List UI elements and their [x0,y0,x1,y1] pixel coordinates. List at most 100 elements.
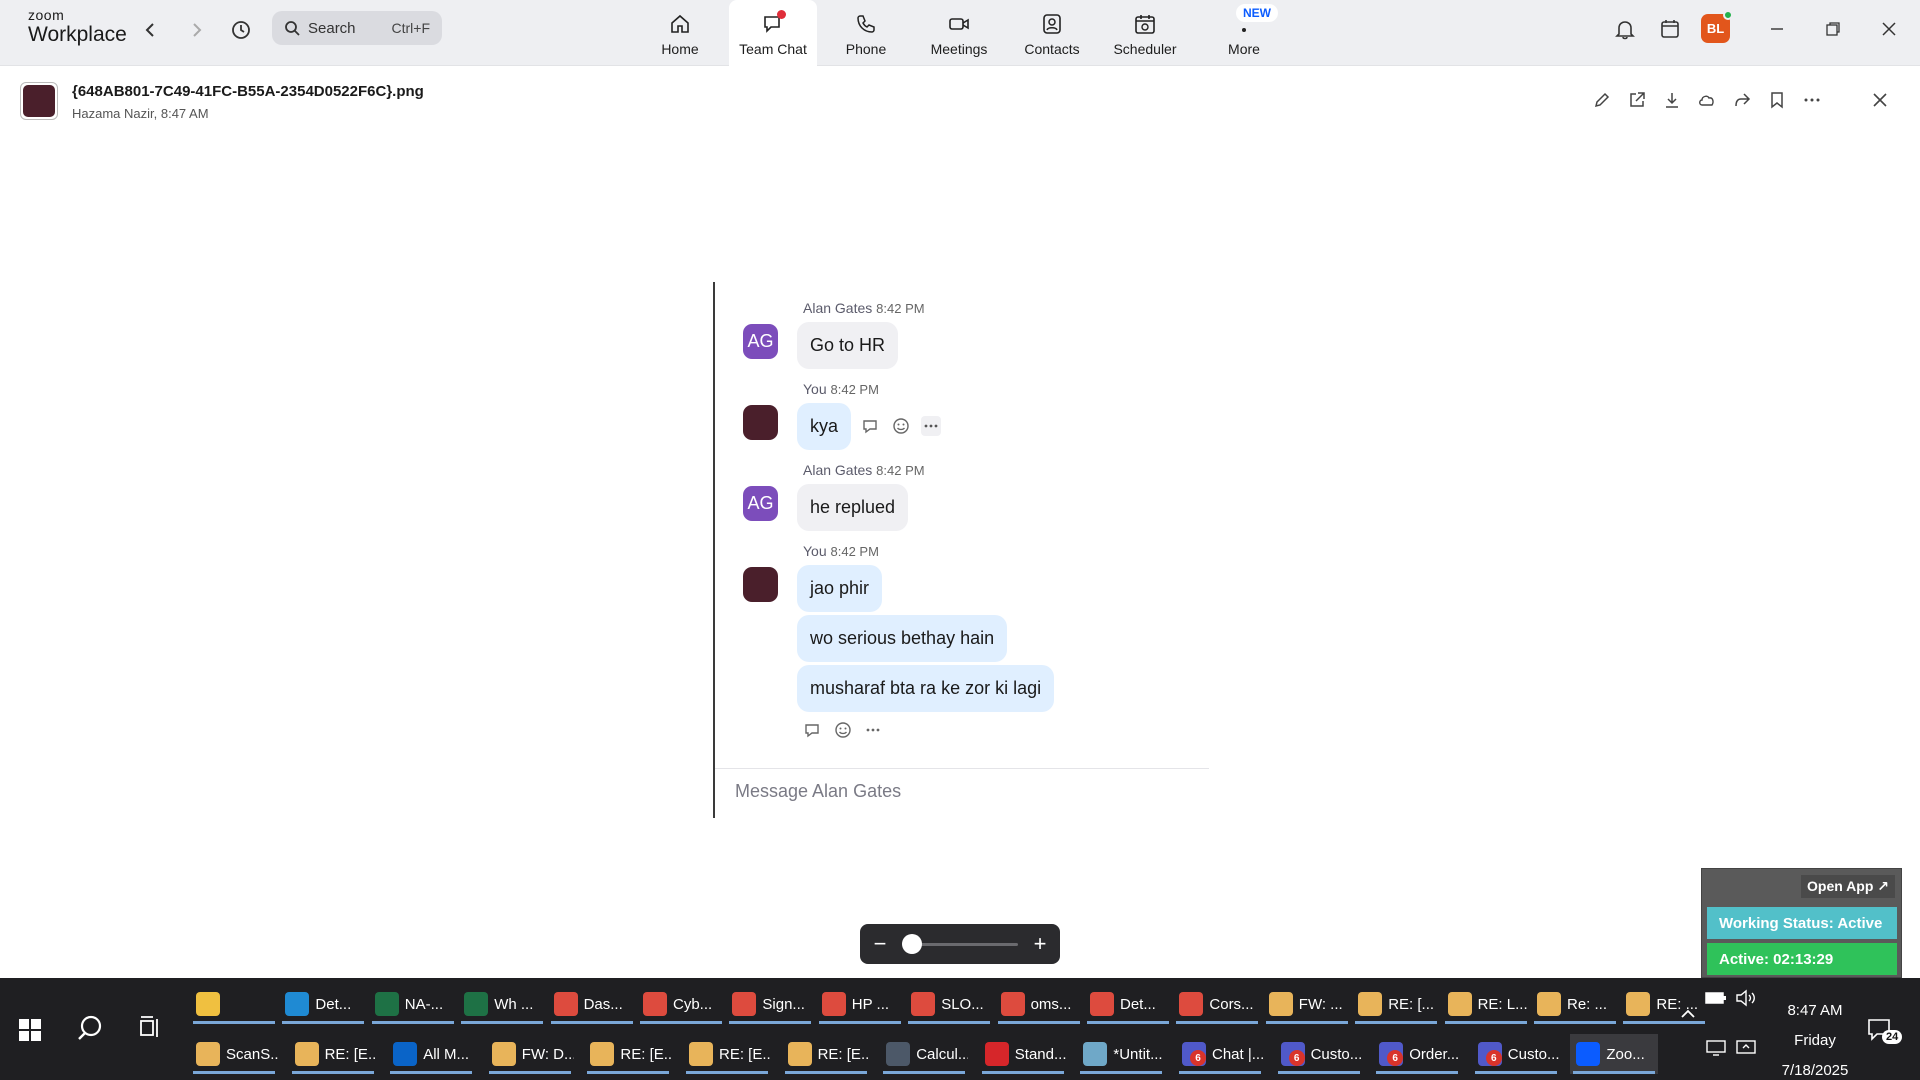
taskbar-item[interactable]: RE: [... [1352,984,1440,1024]
start-button[interactable] [18,1018,42,1042]
taskbar-item[interactable]: RE: [E... [584,1034,672,1074]
taskbar-item[interactable]: Cors... [1173,984,1261,1024]
taskbar-item[interactable]: Das... [548,984,636,1024]
sender-name: Alan Gates [803,462,873,478]
mail-icon [1268,992,1293,1016]
close-preview-button[interactable] [1868,88,1892,112]
open-external-button[interactable] [1625,88,1649,112]
cloud-share-icon [1699,95,1714,106]
contacts-icon [1043,14,1061,34]
taskbar-item[interactable]: Stand... [979,1034,1067,1074]
taskbar-item[interactable]: RE: L... [1442,984,1530,1024]
taskbar-item-label: Sign... [762,995,805,1013]
title-bar: zoom Workplace Search Ctrl+F Home Team C… [0,0,1920,66]
mail-icon [491,1042,516,1066]
taskbar-item[interactable]: *Untit... [1077,1034,1165,1074]
chevron-right-icon [193,23,202,37]
message-bubble: kya [797,403,852,450]
taskbar-item[interactable]: RE: [E... [289,1034,377,1074]
download-button[interactable] [1660,88,1684,112]
back-button[interactable] [137,16,165,44]
taskbar-item[interactable]: SLO... [905,984,993,1024]
zoom-control: − + [860,924,1060,964]
open-app-button[interactable]: Open App ↗ [1801,875,1895,898]
tab-scheduler[interactable]: Scheduler [1101,0,1189,66]
search-box[interactable]: Search Ctrl+F [272,11,442,45]
zoom-slider[interactable] [902,933,1018,954]
message-bubble: wo serious bethay hain [797,615,1008,662]
sender-avatar: AG [743,324,778,359]
teams-icon: 6 [1379,1042,1404,1066]
restore-button[interactable] [1818,14,1848,44]
mail-icon [1626,992,1651,1016]
message-bubble: he replued [797,484,909,531]
battery-tray-button[interactable] [1700,982,1732,1014]
taskbar-item[interactable]: 6 Custo... [1472,1034,1560,1074]
taskbar-search-button[interactable] [74,1012,106,1044]
more-options-button[interactable] [1800,88,1824,112]
display-tray-button[interactable] [1730,1032,1762,1064]
zoom-in-button[interactable]: + [1030,931,1050,957]
taskbar-item[interactable]: FW: ... [1263,984,1351,1024]
search-icon [78,1015,102,1040]
taskbar-item[interactable]: 6 Custo... [1275,1034,1363,1074]
taskbar-item[interactable]: Calcul... [880,1034,968,1074]
taskbar-item[interactable]: Zoo... [1570,1034,1659,1074]
taskbar-item[interactable]: NA-... [369,984,457,1024]
taskbar-item-label: All M... [423,1045,470,1063]
taskbar-item-label: Cyb... [673,995,713,1013]
taskbar-item[interactable]: All M... [387,1034,475,1074]
mail-icon [689,1042,713,1066]
zoom-out-button[interactable]: − [870,931,890,957]
tab-contacts[interactable]: Contacts [1008,0,1096,66]
video-camera-icon [949,18,969,30]
bell-icon [1615,21,1635,40]
notifications-button[interactable] [1610,14,1640,44]
download-icon [1666,93,1678,108]
taskbar-item[interactable]: Det... [279,984,367,1024]
teams-icon: 6 [1477,1042,1502,1066]
taskbar-item[interactable]: Re: ... [1531,984,1619,1024]
tab-meetings[interactable]: Meetings [915,0,1003,66]
clock[interactable]: 8:47 AM Friday 7/18/2025 [1770,996,1860,1080]
chrome-icon [1000,992,1025,1016]
close-window-button[interactable] [1874,14,1904,44]
history-button[interactable] [227,16,255,44]
monitor-icon [1706,1040,1726,1056]
network-tray-button[interactable] [1700,1032,1732,1064]
forward-share-button[interactable] [1730,88,1754,112]
taskbar-item[interactable]: RE: [E... [683,1034,771,1074]
bookmark-button[interactable] [1765,88,1789,112]
zoom-slider-handle[interactable] [902,933,922,954]
taskbar-item[interactable]: Sign... [726,984,814,1024]
tab-phone[interactable]: Phone [822,0,910,66]
search-icon [285,21,300,36]
taskbar-item[interactable]: oms... [995,984,1083,1024]
taskbar-item[interactable]: ScanS... [190,1034,278,1074]
message-header: You 8:42 PM [803,543,879,559]
taskbar-item[interactable] [190,984,278,1024]
tab-team-chat[interactable]: Team Chat [729,0,817,66]
taskbar-item[interactable]: Cyb... [637,984,725,1024]
taskbar-item[interactable]: 6 Chat |... [1176,1034,1264,1074]
taskbar-item[interactable]: FW: D... [486,1034,574,1074]
forward-button[interactable] [182,16,210,44]
taskbar-item-label: Det... [315,995,352,1013]
chevron-up-icon [1681,1009,1695,1018]
volume-tray-button[interactable] [1730,982,1762,1014]
edit-button[interactable] [1590,88,1614,112]
message-time: 8:42 PM [830,382,879,397]
minimize-button[interactable] [1762,14,1792,44]
teams-icon: 6 [1280,1042,1305,1066]
taskbar-item[interactable]: HP ... [816,984,904,1024]
taskbar-item[interactable]: 6 Order... [1373,1034,1461,1074]
taskbar-item[interactable]: Wh ... [458,984,546,1024]
tab-label: Team Chat [739,41,807,57]
notification-center-button[interactable]: 24 [1864,1014,1903,1046]
share-cloud-button[interactable] [1695,88,1719,112]
calendar-button[interactable] [1655,14,1685,44]
taskbar-item[interactable]: RE: [E... [782,1034,870,1074]
taskbar-item[interactable]: Det... [1084,984,1172,1024]
task-view-button[interactable] [134,1012,166,1044]
tab-home[interactable]: Home [636,0,724,66]
